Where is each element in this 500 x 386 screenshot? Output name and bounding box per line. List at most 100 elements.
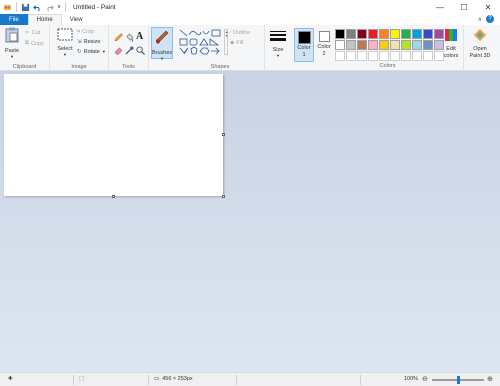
- zoom-out-button[interactable]: ⊖: [422, 375, 428, 383]
- rotate-label: Rotate: [83, 49, 100, 55]
- image-size: ▭ 456 × 253px: [154, 376, 193, 382]
- color-swatch[interactable]: [357, 40, 367, 50]
- custom-color-slot[interactable]: [390, 51, 400, 61]
- drawing-canvas[interactable]: [4, 74, 223, 196]
- save-icon[interactable]: [21, 3, 30, 12]
- tab-home[interactable]: Home: [27, 14, 62, 25]
- brushes-dropdown-icon[interactable]: ▼: [152, 56, 172, 61]
- brushes-button[interactable]: Brushes ▼: [151, 27, 173, 61]
- color-swatch[interactable]: [346, 29, 356, 39]
- paste-icon: [5, 27, 19, 43]
- tools-group: A Tools: [109, 25, 149, 71]
- open-paint3d-button[interactable]: Open Paint 3D: [466, 28, 494, 59]
- color-swatch[interactable]: [423, 29, 433, 39]
- color-swatch[interactable]: [390, 40, 400, 50]
- color-swatch[interactable]: [368, 29, 378, 39]
- collapse-ribbon-icon[interactable]: ∧: [478, 16, 482, 23]
- custom-color-slot[interactable]: [412, 51, 422, 61]
- resize-button[interactable]: ⇲ Resize: [77, 39, 100, 45]
- customize-qat-icon[interactable]: ∨: [57, 4, 61, 10]
- custom-color-slot[interactable]: [379, 51, 389, 61]
- color1-button[interactable]: Color 1: [294, 28, 314, 62]
- color-picker-icon[interactable]: [125, 46, 134, 55]
- custom-color-slot[interactable]: [423, 51, 433, 61]
- color2-swatch: [318, 31, 330, 42]
- edit-colors-label: Edit colors: [443, 46, 459, 59]
- minimize-button[interactable]: —: [428, 0, 452, 14]
- scissors-icon: ✂: [25, 30, 30, 36]
- crop-button[interactable]: ⌗ Crop: [77, 29, 94, 36]
- color-swatch[interactable]: [335, 29, 345, 39]
- color-swatch[interactable]: [335, 40, 345, 50]
- color-swatch[interactable]: [412, 29, 422, 39]
- custom-color-slot[interactable]: [335, 51, 345, 61]
- undo-icon[interactable]: [33, 3, 42, 12]
- fill-label: Fill: [236, 40, 244, 46]
- text-tool-icon[interactable]: A: [136, 31, 143, 42]
- magnifier-icon[interactable]: [136, 46, 145, 55]
- edit-colors-button[interactable]: Edit colors: [441, 28, 461, 59]
- custom-color-slot[interactable]: [401, 51, 411, 61]
- rotate-button[interactable]: ↻ Rotate ▼: [77, 49, 106, 55]
- zoom-in-button[interactable]: ⊕: [487, 375, 493, 383]
- color-swatch[interactable]: [390, 29, 400, 39]
- fill-icon: ◆: [230, 40, 235, 46]
- select-dropdown-icon[interactable]: ▼: [55, 52, 75, 57]
- color-swatch[interactable]: [412, 40, 422, 50]
- cut-button[interactable]: ✂ Cut: [25, 30, 40, 36]
- outline-button[interactable]: ∕ Outline: [230, 30, 250, 36]
- canvas-workspace: [0, 71, 500, 372]
- cursor-position-icon: ✚: [8, 376, 13, 382]
- tab-file[interactable]: File: [0, 14, 28, 25]
- clipboard-group-label: Clipboard: [12, 64, 37, 70]
- fill-button[interactable]: ◆ Fill: [230, 40, 243, 46]
- colors-group-label: Colors: [379, 63, 396, 69]
- pencil-icon[interactable]: [114, 33, 123, 42]
- redo-icon[interactable]: [45, 3, 54, 12]
- color-swatch[interactable]: [346, 40, 356, 50]
- rotate-dropdown-icon[interactable]: ▼: [102, 49, 106, 55]
- resize-handle-bottom[interactable]: [112, 195, 115, 198]
- crop-icon: ⌗: [77, 29, 81, 35]
- size-dropdown-icon[interactable]: ▼: [268, 53, 288, 58]
- maximize-button[interactable]: ☐: [452, 0, 476, 14]
- color-swatch[interactable]: [368, 40, 378, 50]
- image-group-label: Image: [71, 64, 87, 70]
- edit-colors-icon: [445, 29, 457, 41]
- zoom-slider-thumb[interactable]: [456, 376, 460, 384]
- shapes-gallery[interactable]: [179, 29, 223, 55]
- image-size-text: 456 × 253px: [162, 376, 193, 382]
- color-swatch[interactable]: [401, 29, 411, 39]
- close-button[interactable]: ✕: [476, 0, 500, 14]
- resize-handle-right[interactable]: [222, 133, 225, 136]
- window-controls: — ☐ ✕: [428, 0, 500, 14]
- fill-bucket-icon[interactable]: [125, 33, 134, 42]
- help-button[interactable]: ?: [486, 15, 494, 23]
- paste-dropdown-icon[interactable]: ▼: [4, 54, 20, 59]
- color2-button[interactable]: Color 2: [316, 28, 332, 62]
- line-size-icon: [270, 31, 286, 41]
- color-swatch[interactable]: [423, 40, 433, 50]
- color-swatch[interactable]: [401, 40, 411, 50]
- ribbon-tabs: File Home View ∧ ?: [0, 14, 500, 25]
- paint-app-icon[interactable]: [3, 3, 12, 12]
- title-bar: ∨ Untitled - Paint — ☐ ✕: [0, 0, 500, 14]
- resize-handle-corner[interactable]: [222, 195, 225, 198]
- select-button[interactable]: Select ▼: [55, 28, 75, 57]
- custom-color-slot[interactable]: [368, 51, 378, 61]
- selection-size: ⬚: [79, 376, 84, 382]
- custom-color-slot[interactable]: [357, 51, 367, 61]
- eraser-icon[interactable]: [114, 46, 123, 55]
- color-swatch[interactable]: [379, 40, 389, 50]
- copy-button[interactable]: ⧉ Copy: [25, 40, 44, 47]
- copy-icon: ⧉: [25, 40, 29, 46]
- cursor-position: ✚: [8, 376, 13, 382]
- size-button[interactable]: Size ▼: [268, 29, 288, 58]
- paste-button[interactable]: Paste ▼: [4, 27, 20, 59]
- tab-view[interactable]: View: [62, 14, 91, 25]
- color-swatch[interactable]: [379, 29, 389, 39]
- separator: [16, 2, 17, 12]
- shapes-scroll[interactable]: ▲ ▼: [224, 29, 228, 55]
- color-swatch[interactable]: [357, 29, 367, 39]
- custom-color-slot[interactable]: [346, 51, 356, 61]
